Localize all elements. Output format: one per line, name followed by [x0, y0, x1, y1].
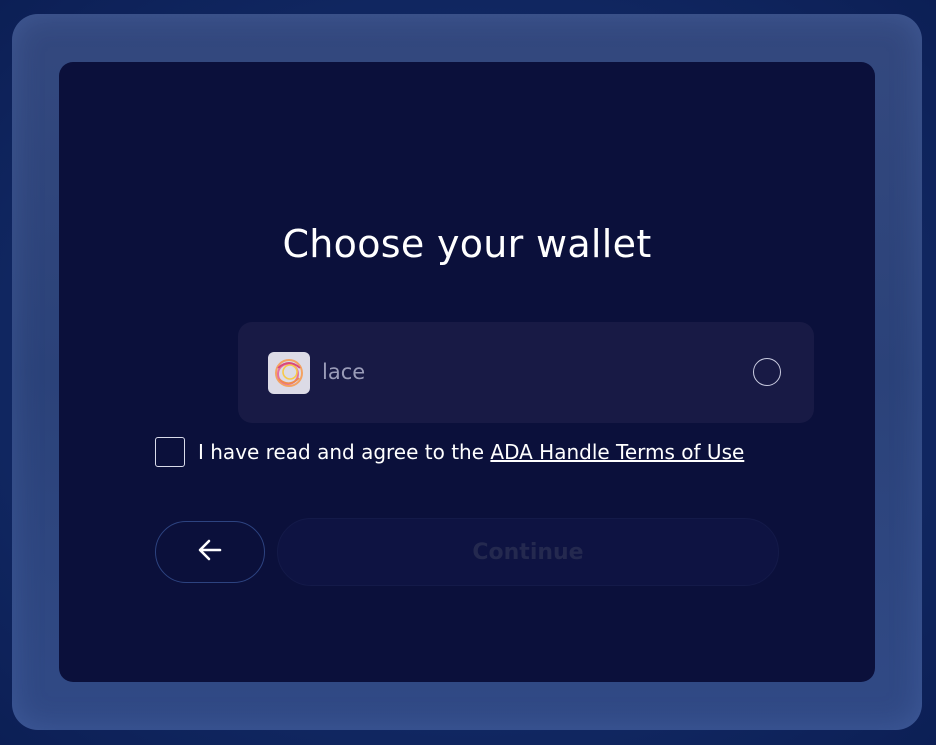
terms-prefix: I have read and agree to the [198, 440, 491, 464]
back-button[interactable] [155, 521, 265, 583]
wallet-radio-button[interactable] [753, 358, 781, 386]
wallet-dialog: Choose your wallet lace I have read and … [59, 62, 875, 682]
continue-button[interactable]: Continue [277, 518, 779, 586]
terms-text: I have read and agree to the ADA Handle … [198, 440, 744, 464]
lace-logo-icon [268, 352, 310, 394]
terms-checkbox[interactable] [155, 437, 185, 467]
terms-row: I have read and agree to the ADA Handle … [155, 437, 744, 467]
wallet-name-label: lace [322, 360, 366, 384]
arrow-left-icon [196, 536, 224, 568]
terms-of-use-link[interactable]: ADA Handle Terms of Use [490, 440, 744, 464]
wallet-option-lace[interactable]: lace [238, 322, 814, 423]
dialog-title: Choose your wallet [282, 222, 652, 266]
